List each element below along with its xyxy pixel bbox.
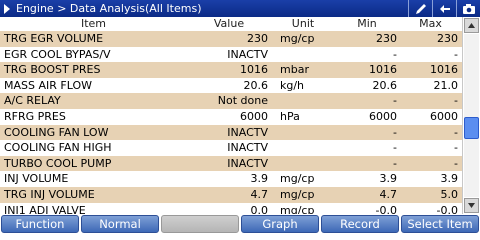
row-item-name: EGR COOL BYPAS/V <box>4 47 111 61</box>
select-item-button[interactable]: Select Item <box>401 215 479 233</box>
row-item-name: COOLING FAN LOW <box>4 125 109 139</box>
table-row[interactable]: INJ VOLUME 3.9 mg/cp 3.9 3.9 <box>0 171 462 187</box>
title-bar: Engine > Data Analysis(All Items) <box>0 0 480 17</box>
row-max: - <box>454 141 458 155</box>
row-max: - <box>454 47 458 61</box>
row-unit: kg/h <box>280 78 305 92</box>
row-unit: mg/cp <box>280 32 315 45</box>
table-row[interactable]: TRG EGR VOLUME 230 mg/cp 230 230 <box>0 31 462 47</box>
row-min: - <box>393 94 397 108</box>
back-arrow-icon[interactable] <box>0 0 14 17</box>
column-header-min[interactable]: Min <box>335 17 399 30</box>
record-button[interactable]: Record <box>321 215 399 233</box>
table-row[interactable]: A/C RELAY Not done - - <box>0 93 462 109</box>
row-value: INACTV <box>227 156 268 170</box>
vertical-scrollbar[interactable] <box>462 17 480 214</box>
scroll-up-icon[interactable] <box>464 18 479 33</box>
row-item-name: TRG INJ VOLUME <box>4 187 95 201</box>
scroll-thumb[interactable] <box>464 117 479 139</box>
row-min: 6000 <box>369 109 397 123</box>
row-max: 6000 <box>430 109 458 123</box>
row-min: 230 <box>376 32 397 45</box>
row-min: - <box>393 141 397 155</box>
graph-button[interactable]: Graph <box>241 215 319 233</box>
row-unit: mbar <box>280 63 309 77</box>
title-icons <box>408 0 480 17</box>
row-value: 3.9 <box>250 172 269 186</box>
table-row[interactable]: TRG BOOST PRES 1016 mbar 1016 1016 <box>0 62 462 78</box>
row-value: INACTV <box>227 47 268 61</box>
row-max: 3.9 <box>440 172 459 186</box>
row-item-name: TURBO COOL PUMP <box>4 156 112 170</box>
row-unit <box>271 156 335 172</box>
row-min: - <box>393 47 397 61</box>
row-unit <box>271 93 335 109</box>
row-item-name: A/C RELAY <box>4 94 61 108</box>
function-button-bar: Function Normal Graph Record Select Item <box>0 214 480 234</box>
normal-button[interactable]: Normal <box>81 215 159 233</box>
row-min: 3.9 <box>379 172 398 186</box>
row-max: - <box>454 156 458 170</box>
column-header-unit[interactable]: Unit <box>271 17 335 30</box>
camera-icon[interactable] <box>456 0 480 17</box>
row-value: 6000 <box>240 109 268 123</box>
row-max: 1016 <box>430 63 458 77</box>
row-value: Not done <box>217 94 268 108</box>
row-unit <box>271 125 335 141</box>
row-max: 230 <box>437 32 458 45</box>
row-unit: mg/cp <box>280 172 315 186</box>
row-item-name: TRG EGR VOLUME <box>4 32 104 45</box>
row-max: - <box>454 94 458 108</box>
column-header-item[interactable]: Item <box>0 17 187 30</box>
table-row[interactable]: EGR COOL BYPAS/V INACTV - - <box>0 47 462 63</box>
row-item-name: INJ VOLUME <box>4 172 69 186</box>
row-unit: mg/cp <box>280 187 315 201</box>
table-row[interactable]: TRG INJ VOLUME 4.7 mg/cp 4.7 5.0 <box>0 186 462 203</box>
table-row[interactable]: COOLING FAN LOW INACTV - - <box>0 124 462 141</box>
row-item-name: RFRG PRES <box>4 109 66 123</box>
table-row[interactable]: MASS AIR FLOW 20.6 kg/h 20.6 21.0 <box>0 78 462 94</box>
table-row[interactable]: TURBO COOL PUMP INACTV - - <box>0 155 462 172</box>
row-value: INACTV <box>227 141 268 155</box>
column-header-value[interactable]: Value <box>187 17 271 30</box>
row-value: 230 <box>247 32 268 45</box>
row-value: 1016 <box>240 63 268 77</box>
data-table: TRG EGR VOLUME 230 mg/cp 230 230 EGR COOL BYP… <box>0 31 462 218</box>
scroll-track[interactable] <box>464 34 479 197</box>
blank-button <box>161 215 239 233</box>
row-max: 21.0 <box>433 78 459 92</box>
row-min: 4.7 <box>379 187 398 201</box>
row-max: 5.0 <box>440 187 459 201</box>
row-max: - <box>454 125 458 139</box>
pencil-icon[interactable] <box>408 0 432 17</box>
table-row[interactable]: COOLING FAN HIGH INACTV - - <box>0 140 462 156</box>
scroll-down-icon[interactable] <box>464 198 479 213</box>
row-min: 20.6 <box>372 78 398 92</box>
function-button[interactable]: Function <box>1 215 79 233</box>
row-value: INACTV <box>227 125 268 139</box>
table-header: Item Value Unit Min Max <box>0 17 462 30</box>
row-unit <box>271 140 335 156</box>
window-title: Engine > Data Analysis(All Items) <box>16 2 202 15</box>
row-item-name: COOLING FAN HIGH <box>4 141 112 155</box>
column-header-max[interactable]: Max <box>399 17 462 30</box>
row-min: - <box>393 156 397 170</box>
row-unit: hPa <box>280 109 300 123</box>
row-unit <box>271 47 335 63</box>
row-value: 4.7 <box>250 187 269 201</box>
row-min: 1016 <box>369 63 397 77</box>
row-item-name: MASS AIR FLOW <box>4 78 92 92</box>
row-min: - <box>393 125 397 139</box>
return-icon[interactable] <box>432 0 456 17</box>
table-row[interactable]: RFRG PRES 6000 hPa 6000 6000 <box>0 109 462 125</box>
row-value: 20.6 <box>243 78 269 92</box>
row-item-name: TRG BOOST PRES <box>4 63 101 77</box>
